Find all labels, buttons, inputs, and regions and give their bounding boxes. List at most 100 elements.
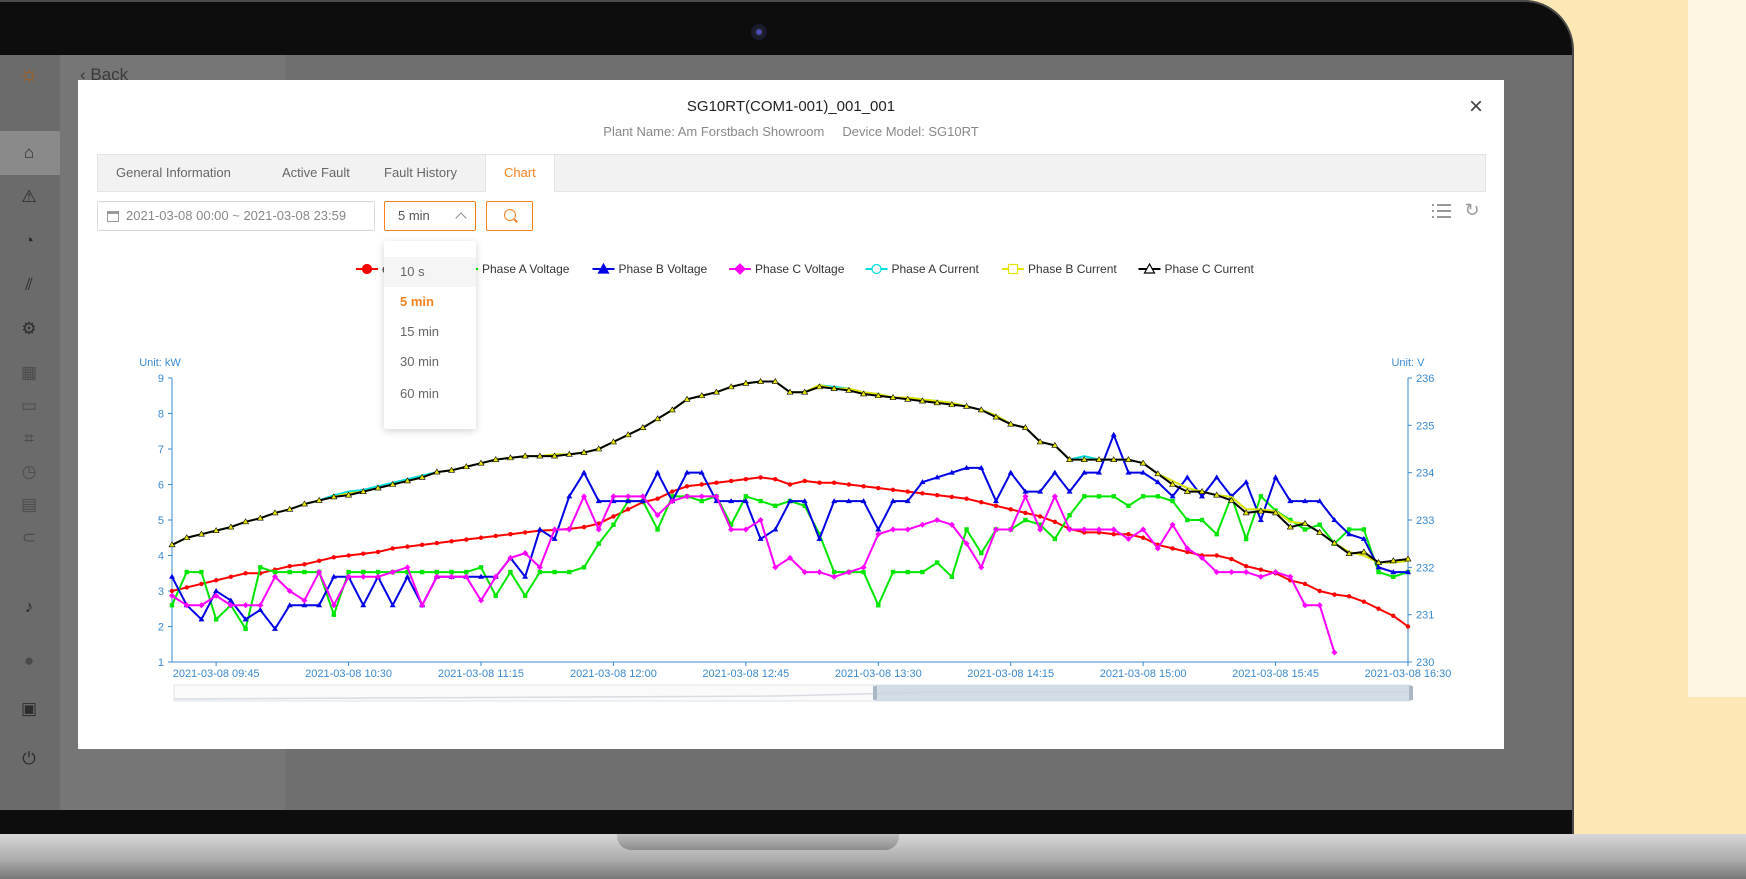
data-point bbox=[890, 526, 896, 533]
data-point bbox=[581, 524, 587, 530]
data-point bbox=[905, 489, 910, 494]
data-point bbox=[1317, 522, 1322, 527]
data-point bbox=[375, 569, 381, 575]
dropdown-option-30min[interactable]: 30 min bbox=[384, 347, 476, 377]
x-tick-label: 2021-03-08 15:45 bbox=[1232, 668, 1319, 680]
legend-label: Phase C Voltage bbox=[755, 262, 845, 276]
data-point bbox=[1243, 563, 1249, 569]
scan-icon[interactable]: ⌗ bbox=[18, 428, 40, 450]
left-tick-label: 4 bbox=[158, 551, 164, 563]
series-line bbox=[171, 493, 1409, 632]
data-point bbox=[698, 493, 705, 500]
devices-icon[interactable]: ⚙ bbox=[18, 318, 40, 340]
data-point bbox=[1052, 519, 1058, 524]
x-tick-label: 2021-03-08 14:15 bbox=[967, 668, 1054, 680]
data-point bbox=[949, 574, 955, 579]
data-point bbox=[905, 569, 910, 575]
data-point bbox=[1257, 517, 1264, 522]
data-point bbox=[1184, 474, 1191, 480]
data-point bbox=[934, 560, 940, 565]
data-point bbox=[743, 494, 749, 499]
series-line bbox=[171, 380, 1409, 564]
data-point bbox=[243, 626, 248, 632]
zoom-slider-handle-left bbox=[873, 686, 877, 700]
laptop-notch bbox=[617, 834, 899, 850]
data-point bbox=[1214, 553, 1219, 558]
right-tick-label: 234 bbox=[1416, 468, 1434, 480]
status-icon: ● bbox=[23, 651, 35, 670]
data-point bbox=[522, 593, 528, 598]
data-point bbox=[1332, 592, 1337, 597]
dropdown-option-5min[interactable]: 5 min bbox=[384, 287, 476, 317]
data-point bbox=[566, 526, 573, 533]
bell-icon[interactable]: ♪ bbox=[18, 596, 40, 618]
alert-icon[interactable]: ⚠ bbox=[18, 186, 40, 208]
data-point bbox=[361, 551, 366, 556]
device-settings-icon[interactable]: ▣ bbox=[18, 698, 40, 720]
right-tick-label: 231 bbox=[1416, 610, 1434, 622]
data-point bbox=[508, 532, 513, 537]
x-tick-label: 2021-03-08 12:45 bbox=[702, 668, 789, 680]
legend-item: Phase C Voltage bbox=[729, 262, 845, 276]
data-point bbox=[1051, 493, 1058, 500]
monitor-icon[interactable]: ▭ bbox=[18, 395, 40, 417]
data-point bbox=[169, 603, 175, 608]
data-point bbox=[404, 564, 411, 571]
pie-chart-icon[interactable]: ◔ bbox=[18, 230, 40, 252]
logout-icon[interactable]: ⏻ bbox=[18, 748, 40, 770]
x-tick-label: 2021-03-08 15:00 bbox=[1100, 668, 1187, 680]
data-point bbox=[169, 573, 175, 579]
data-point bbox=[904, 526, 911, 533]
right-axis-label: Unit: V bbox=[1391, 357, 1425, 369]
data-point bbox=[1022, 493, 1029, 500]
data-point bbox=[302, 569, 307, 575]
zoom-slider-window bbox=[875, 685, 1411, 701]
dropdown-option-10s[interactable]: 10 s bbox=[384, 257, 476, 287]
data-point bbox=[536, 526, 543, 532]
data-point bbox=[758, 475, 763, 480]
data-point bbox=[787, 482, 793, 487]
camera-icon bbox=[751, 24, 767, 40]
data-point bbox=[831, 573, 838, 580]
data-point bbox=[993, 503, 999, 508]
data-point bbox=[1258, 567, 1264, 572]
data-point bbox=[1170, 498, 1175, 504]
right-tick-label: 235 bbox=[1416, 420, 1434, 432]
data-point bbox=[655, 527, 660, 532]
right-tick-label: 232 bbox=[1416, 562, 1434, 574]
dropdown-option-15min[interactable]: 15 min bbox=[384, 317, 476, 347]
home-icon[interactable]: ⌂ bbox=[18, 142, 40, 164]
data-point bbox=[1229, 556, 1234, 562]
data-point bbox=[1243, 479, 1250, 485]
data-point bbox=[478, 565, 484, 570]
data-point bbox=[581, 469, 587, 475]
data-point bbox=[611, 522, 616, 527]
left-tick-label: 3 bbox=[158, 586, 164, 598]
data-point bbox=[654, 469, 661, 475]
legend-swatch-marker bbox=[1007, 263, 1019, 275]
report-icon[interactable]: ▤ bbox=[18, 494, 40, 516]
data-point bbox=[405, 544, 410, 549]
grid-icon[interactable]: ▦ bbox=[18, 362, 40, 384]
data-point bbox=[449, 569, 454, 575]
app-sidebar: ☼ ⌂ ⚠ ◔ ⫽ ⚙ ▦ ▭ ⌗ ◷ ▤ ⊂ ♪ ● ▣ ⏻ bbox=[0, 55, 60, 810]
data-point bbox=[1067, 513, 1072, 518]
data-point bbox=[920, 491, 925, 496]
data-point bbox=[817, 480, 822, 485]
interval-dropdown: 10 s 5 min 15 min 30 min 60 min bbox=[384, 241, 476, 429]
data-point bbox=[258, 565, 263, 570]
data-point bbox=[964, 527, 969, 532]
data-point bbox=[1111, 494, 1116, 499]
trend-icon[interactable]: ⫽ bbox=[18, 274, 40, 296]
data-point bbox=[213, 617, 219, 622]
left-tick-label: 2 bbox=[158, 622, 164, 634]
dropdown-option-60min[interactable]: 60 min bbox=[384, 379, 476, 409]
timer-icon[interactable]: ◷ bbox=[18, 461, 40, 483]
series-line bbox=[171, 432, 1408, 631]
data-point bbox=[199, 581, 204, 587]
data-point bbox=[655, 496, 660, 501]
data-point bbox=[875, 531, 882, 538]
data-point bbox=[567, 569, 572, 575]
link-icon[interactable]: ⊂ bbox=[18, 527, 40, 549]
right-tick-label: 233 bbox=[1416, 515, 1434, 527]
